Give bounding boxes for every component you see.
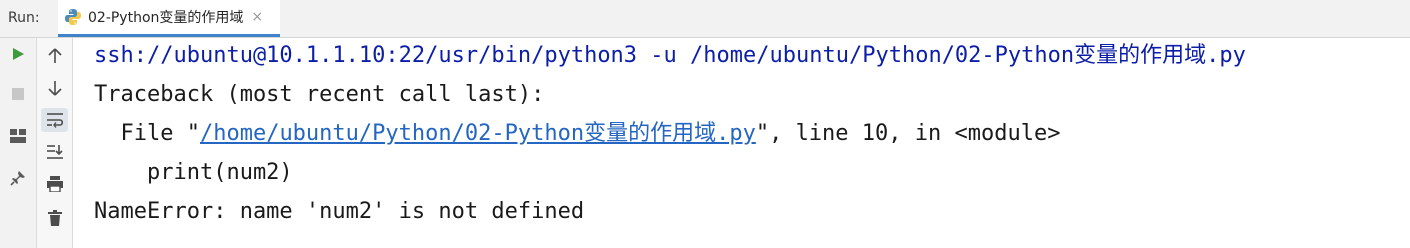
traceback-file-line: File "/home/ubuntu/Python/02-Python变量的作用…: [94, 120, 1060, 148]
arrow-up-icon[interactable]: [37, 44, 72, 68]
file-suffix: ", line 10, in <module>: [755, 121, 1061, 146]
run-icon[interactable]: [0, 42, 36, 66]
layout-icon[interactable]: [0, 124, 36, 148]
run-config-tab[interactable]: 02-Python变量的作用域 ×: [58, 0, 280, 37]
file-prefix: File ": [94, 121, 200, 146]
tab-title: 02-Python变量的作用域: [88, 10, 244, 26]
pin-icon[interactable]: [0, 166, 36, 190]
arrow-down-icon[interactable]: [37, 76, 72, 100]
console-output[interactable]: ssh://ubuntu@10.1.1.10:22/usr/bin/python…: [94, 38, 1410, 248]
run-label: Run:: [8, 10, 40, 26]
traceback-code-line: print(num2): [94, 160, 293, 185]
trash-icon[interactable]: [37, 206, 72, 230]
print-icon[interactable]: [37, 172, 72, 196]
file-link[interactable]: /home/ubuntu/Python/02-Python变量的作用域.py: [200, 121, 756, 146]
console-actions-toolbar: [37, 38, 73, 248]
console-command-line: ssh://ubuntu@10.1.1.10:22/usr/bin/python…: [94, 43, 1246, 68]
stop-icon[interactable]: [0, 82, 36, 106]
close-icon[interactable]: ×: [251, 9, 263, 25]
run-actions-toolbar: [0, 38, 37, 248]
run-toolbar-header: Run: 02-Python变量的作用域 ×: [0, 0, 1410, 38]
soft-wrap-icon[interactable]: [41, 108, 68, 132]
error-message: NameError: name 'num2' is not defined: [94, 199, 585, 224]
scroll-to-end-icon[interactable]: [37, 140, 72, 164]
traceback-header: Traceback (most recent call last):: [94, 82, 545, 107]
python-icon: [64, 8, 82, 26]
